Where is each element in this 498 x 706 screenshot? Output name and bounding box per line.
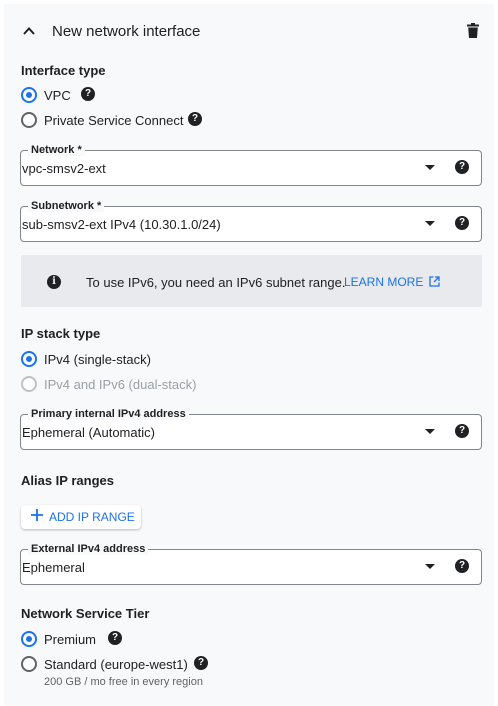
radio-premium-label: Premium [44,632,97,647]
vpc-help-icon[interactable]: ? [81,87,95,101]
network-value: vpc-smsv2-ext [22,161,106,176]
premium-help-icon[interactable]: ? [108,631,122,645]
ipv6-info-text: To use IPv6, you need an IPv6 subnet ran… [86,275,346,290]
external-link-icon [429,276,440,290]
radio-vpc[interactable] [21,87,37,103]
alias-ip-title: Alias IP ranges [21,473,114,488]
subnetwork-dropdown-caret-icon[interactable] [425,221,435,226]
subnetwork-value: sub-smsv2-ext IPv4 (10.30.1.0/24) [22,217,221,232]
standard-subtext: 200 GB / mo free in every region [44,676,203,688]
radio-vpc-label: VPC [44,88,71,103]
panel-title: New network interface [52,23,201,40]
plus-icon [31,509,43,524]
network-tier-title: Network Service Tier [21,606,150,621]
interface-type-title: Interface type [21,63,106,78]
primary-ipv4-value: Ephemeral (Automatic) [22,425,155,440]
delete-trash-icon[interactable] [467,23,479,38]
radio-dual-stack-label: IPv4 and IPv6 (dual-stack) [44,377,197,392]
radio-standard-label: Standard (europe-west1) [44,657,188,672]
radio-premium[interactable] [21,631,37,647]
external-ipv4-help-icon[interactable]: ? [455,559,469,573]
radio-private-service-connect[interactable] [21,112,37,128]
external-ipv4-caret-icon[interactable] [425,564,435,569]
learn-more-link[interactable]: LEARN MORE [344,275,440,290]
add-ip-range-button[interactable]: ADD IP RANGE [21,505,141,529]
external-ipv4-value: Ephemeral [22,560,85,575]
psc-help-icon[interactable]: ? [188,112,202,126]
network-dropdown-caret-icon[interactable] [425,165,435,170]
radio-dual-stack [21,376,37,392]
radio-ipv4-single[interactable] [21,351,37,367]
collapse-chevron-icon[interactable] [22,24,36,38]
primary-ipv4-caret-icon[interactable] [425,429,435,434]
radio-standard[interactable] [21,656,37,672]
external-ipv4-legend: External IPv4 address [28,543,149,555]
primary-ipv4-legend: Primary internal IPv4 address [28,408,189,420]
standard-help-icon[interactable]: ? [194,656,208,670]
network-help-icon[interactable]: ? [455,160,469,174]
radio-ipv4-single-label: IPv4 (single-stack) [44,352,151,367]
learn-more-label: LEARN MORE [344,275,424,289]
ip-stack-title: IP stack type [21,326,101,341]
subnetwork-legend: Subnetwork * [28,200,105,212]
subnetwork-help-icon[interactable]: ? [455,216,469,230]
radio-psc-label: Private Service Connect [44,113,184,128]
primary-ipv4-help-icon[interactable]: ? [455,424,469,438]
add-ip-range-label: ADD IP RANGE [49,510,135,524]
info-icon: i [47,275,61,289]
network-legend: Network * [28,144,85,156]
